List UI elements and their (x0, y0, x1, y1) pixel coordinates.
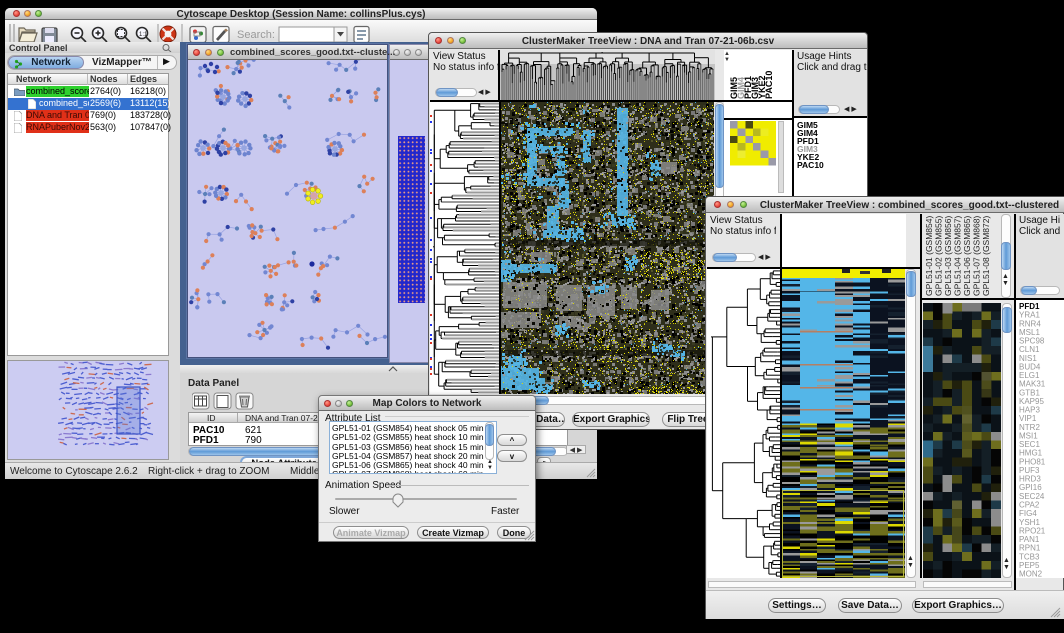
svg-text:GPL51-07 (GSM868): GPL51-07 (GSM868) (972, 216, 982, 296)
svg-text:GPL51-06 (GSM865): GPL51-06 (GSM865) (962, 216, 972, 296)
svg-text:PAC10: PAC10 (764, 71, 774, 99)
svg-text:SPC98: SPC98 (1019, 337, 1045, 346)
svg-text:GPL51-04 (GSM857): GPL51-04 (GSM857) (953, 216, 963, 296)
svg-text:NTR2: NTR2 (1019, 423, 1040, 432)
svg-text:GPL51-08 (GSM872): GPL51-08 (GSM872) (981, 216, 991, 296)
svg-text:1:1: 1:1 (139, 32, 148, 38)
svg-text:ELG1: ELG1 (1019, 371, 1040, 380)
svg-text:RPN1: RPN1 (1019, 544, 1041, 553)
svg-text:PHO81: PHO81 (1019, 457, 1046, 466)
svg-text:GPL51-02 (GSM855): GPL51-02 (GSM855) (934, 216, 944, 296)
svg-text:GPI16: GPI16 (1019, 483, 1042, 492)
svg-text:Search:: Search: (237, 29, 275, 41)
svg-text:FIG4: FIG4 (1019, 509, 1037, 518)
svg-text:MON2: MON2 (1019, 570, 1043, 579)
svg-text:GPL51-03 (GSM856): GPL51-03 (GSM856) (943, 216, 953, 296)
svg-text:KAP95: KAP95 (1019, 397, 1044, 406)
svg-text:YRA1: YRA1 (1019, 311, 1040, 320)
svg-text:GPL51-01 (GSM854): GPL51-01 (GSM854) (924, 216, 934, 296)
